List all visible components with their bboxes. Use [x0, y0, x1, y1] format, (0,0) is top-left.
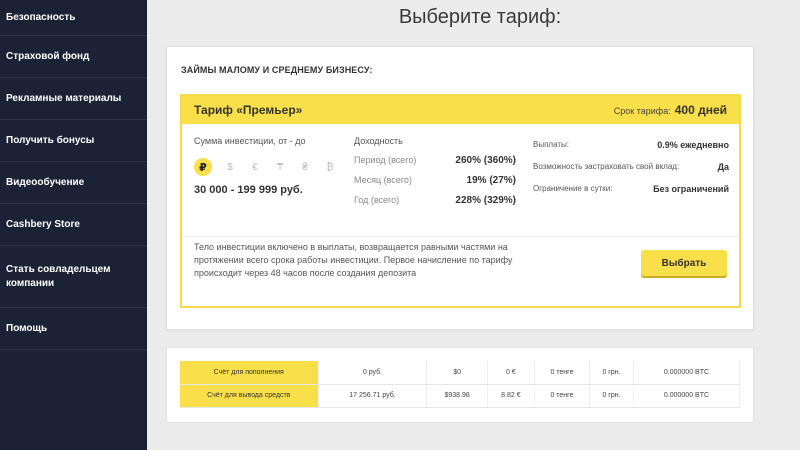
yield-value: 260% (360%) — [455, 155, 516, 166]
table-cell: 0 грн. — [589, 361, 634, 385]
sidebar-item-help[interactable]: Помощь — [0, 308, 147, 350]
amount-range: 30 000 - 199 999 руб. — [194, 184, 303, 196]
table-cell: 0 тенге — [534, 361, 591, 385]
table-cell: 0.000000 BTC — [633, 384, 741, 408]
table-cell: 0.000000 BTC — [633, 361, 741, 385]
yield-key: Месяц (всего) — [354, 175, 412, 185]
divider — [182, 236, 739, 237]
sidebar-item-get-bonuses[interactable]: Получить бонусы — [0, 120, 147, 162]
sidebar-item-become-coowner[interactable]: Стать совладельцем компании — [0, 246, 147, 308]
table-row: Счёт для вывода средств 17 256.71 руб. $… — [180, 384, 741, 408]
yield-value: 228% (329%) — [455, 195, 516, 206]
table-row: Счёт для пополнения 0 руб. $0 0 € 0 тенг… — [180, 361, 741, 385]
info-row-daily-limit: Ограничение в сутки: Без ограничений — [533, 184, 729, 194]
table-cell: $938.98 — [426, 384, 488, 408]
account-label-withdraw: Счёт для вывода средств — [180, 384, 319, 408]
table-cell: 0 руб. — [318, 361, 428, 385]
info-value: Без ограничений — [653, 184, 729, 194]
investment-column: Сумма инвестиции, от - до ₽ $ € ₸ ₴ ₿ 30… — [194, 136, 344, 196]
tariff-section: ЗАЙМЫ МАЛОМУ И СРЕДНЕМУ БИЗНЕСУ: Тариф «… — [166, 46, 754, 330]
table-cell: 0 грн. — [589, 384, 634, 408]
ruble-currency-icon[interactable]: ₽ — [194, 158, 212, 176]
term-value: 400 дней — [674, 103, 727, 117]
investment-label: Сумма инвестиции, от - до — [194, 136, 306, 146]
sidebar-item-insurance-fund[interactable]: Страховой фонд — [0, 36, 147, 78]
table-cell: 0 € — [487, 361, 535, 385]
tariff-term: Срок тарифа: 400 дней — [614, 103, 727, 117]
yield-key: Период (всего) — [354, 155, 417, 165]
hryvnia-currency-icon[interactable]: ₴ — [298, 160, 312, 174]
dollar-currency-icon[interactable]: $ — [223, 160, 237, 174]
tariff-card: Тариф «Премьер» Срок тарифа: 400 дней Су… — [180, 94, 741, 308]
table-cell: 8.82 € — [487, 384, 535, 408]
yield-column: Доходность Период (всего) 260% (360%) Ме… — [354, 136, 516, 206]
account-label-deposit: Счёт для пополнения — [180, 361, 319, 385]
tariff-name: Тариф «Премьер» — [194, 103, 303, 117]
info-row-payouts: Выплаты: 0.9% ежедневно — [533, 140, 729, 150]
accounts-section: Счёт для пополнения 0 руб. $0 0 € 0 тенг… — [166, 347, 754, 423]
table-cell: 17 256.71 руб. — [318, 384, 428, 408]
tariff-header: Тариф «Премьер» Срок тарифа: 400 дней — [182, 96, 739, 124]
yield-label: Доходность — [354, 136, 403, 146]
term-label: Срок тарифа: — [613, 106, 671, 116]
sidebar-item-security[interactable]: Безопасность — [0, 0, 147, 36]
info-row-insurance: Возможность застраховать свой вклад: Да — [533, 162, 729, 172]
sidebar-item-promo-materials[interactable]: Рекламные материалы — [0, 78, 147, 120]
info-key: Ограничение в сутки: — [533, 184, 613, 193]
section-heading: ЗАЙМЫ МАЛОМУ И СРЕДНЕМУ БИЗНЕСУ: — [181, 65, 373, 75]
page-title: Выберите тариф: — [398, 6, 562, 28]
info-value: 0.9% ежедневно — [657, 140, 729, 150]
currency-selector: ₽ $ € ₸ ₴ ₿ — [194, 158, 344, 176]
yield-value: 19% (27%) — [466, 175, 516, 186]
info-key: Возможность застраховать свой вклад: — [533, 162, 680, 171]
tenge-currency-icon[interactable]: ₸ — [273, 160, 287, 174]
bitcoin-currency-icon[interactable]: ₿ — [323, 160, 337, 174]
tariff-info-column: Выплаты: 0.9% ежедневно Возможность заст… — [533, 140, 729, 206]
yield-key: Год (всего) — [354, 195, 400, 205]
yield-row-period: Период (всего) 260% (360%) — [354, 155, 516, 166]
euro-currency-icon[interactable]: € — [248, 160, 262, 174]
table-cell: $0 — [426, 361, 488, 385]
sidebar: Безопасность Страховой фонд Рекламные ма… — [0, 0, 147, 450]
accounts-table: Счёт для пополнения 0 руб. $0 0 € 0 тенг… — [180, 361, 741, 408]
yield-row-month: Месяц (всего) 19% (27%) — [354, 175, 516, 186]
sidebar-item-video-training[interactable]: Видеообучение — [0, 162, 147, 204]
yield-row-year: Год (всего) 228% (329%) — [354, 195, 516, 206]
table-cell: 0 тенге — [534, 384, 591, 408]
tariff-description: Тело инвестиции включено в выплаты, возв… — [194, 242, 513, 278]
info-key: Выплаты: — [533, 140, 569, 149]
sidebar-item-store[interactable]: Cashbery Store — [0, 204, 147, 246]
choose-tariff-button[interactable]: Выбрать — [641, 250, 727, 276]
info-value: Да — [717, 162, 729, 172]
